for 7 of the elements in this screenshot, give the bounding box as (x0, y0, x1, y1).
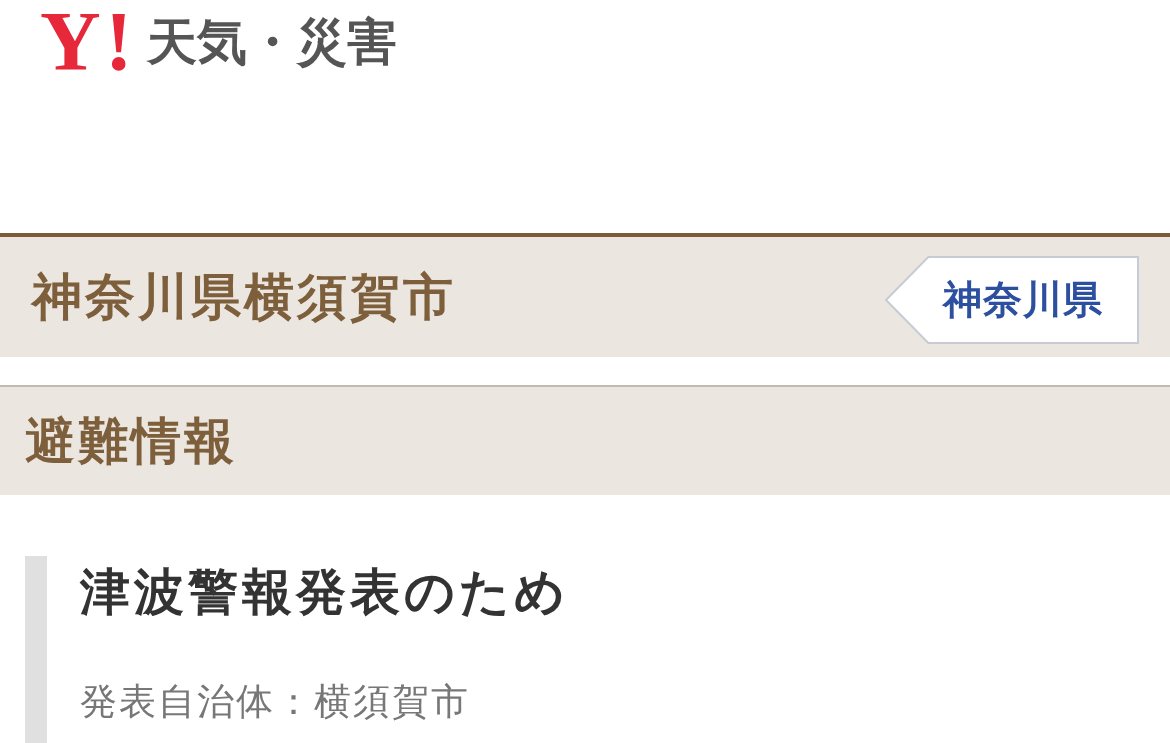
section-title: 避難情報 (25, 411, 237, 471)
back-button[interactable]: 神奈川県 (885, 256, 1139, 344)
notice-issuer: 発表自治体：横須賀市 (80, 680, 471, 725)
notice-title: 津波警報発表のため (80, 562, 570, 622)
logo-mark: Y! (40, 4, 137, 80)
site-title: 天気・災害 (146, 17, 397, 67)
location-title: 神奈川県横須賀市 (32, 267, 456, 327)
